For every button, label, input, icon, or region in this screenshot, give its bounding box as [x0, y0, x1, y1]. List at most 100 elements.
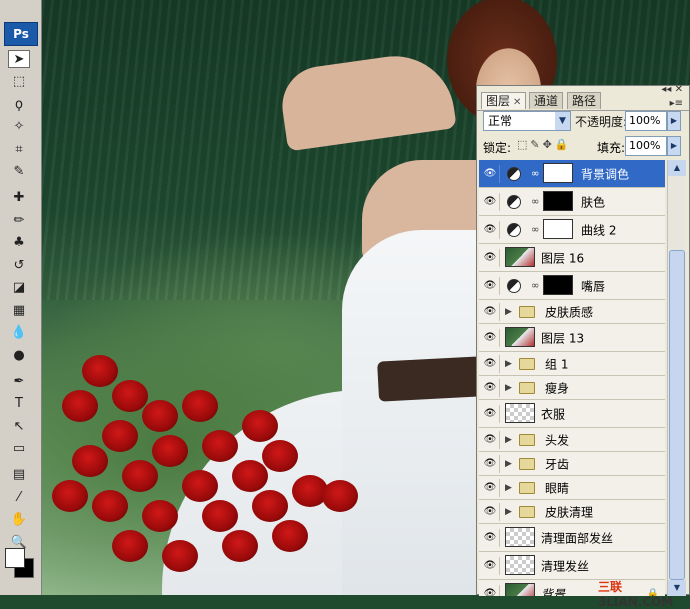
layer-mask-thumbnail[interactable]	[543, 163, 573, 183]
magic-wand-tool[interactable]: ✧	[8, 118, 30, 136]
tab-paths[interactable]: 路径	[567, 92, 602, 109]
layer-row[interactable]: 👁 图层 16	[479, 244, 665, 272]
lock-position-icon[interactable]: ✥	[543, 138, 555, 151]
crop-tool[interactable]: ⌗	[8, 140, 30, 158]
layer-row[interactable]: 👁 ▶ 眼睛	[479, 476, 665, 500]
layer-row[interactable]: 👁 ▶ 组 1	[479, 352, 665, 376]
layer-thumbnail[interactable]	[505, 247, 535, 267]
layer-row[interactable]: 👁 衣服	[479, 400, 665, 428]
visibility-eye-icon[interactable]: 👁	[481, 528, 500, 547]
visibility-eye-icon[interactable]: 👁	[481, 556, 500, 575]
opacity-slider-button[interactable]: ▶	[667, 111, 681, 131]
lasso-tool[interactable]: ϙ	[8, 95, 30, 113]
layer-row[interactable]: 👁 图层 13	[479, 324, 665, 352]
brush-tool[interactable]: ✏	[8, 211, 30, 229]
visibility-eye-icon[interactable]: 👁	[481, 584, 500, 596]
layer-row[interactable]: 👁 清理发丝	[479, 552, 665, 580]
layer-row[interactable]: 👁 ▶ 皮肤清理	[479, 500, 665, 524]
type-tool[interactable]: T	[8, 395, 30, 413]
fill-slider-button[interactable]: ▶	[667, 136, 681, 156]
layer-row[interactable]: 👁 ∞ 背景调色	[479, 160, 665, 188]
expand-arrow-icon[interactable]: ▶	[505, 507, 512, 517]
slice-tool[interactable]: ✎	[8, 163, 30, 181]
tab-channels[interactable]: 通道	[529, 92, 564, 109]
dodge-tool[interactable]: ●	[8, 346, 30, 364]
link-icon[interactable]: ∞	[531, 224, 539, 235]
eraser-tool[interactable]: ◪	[8, 279, 30, 297]
layer-row[interactable]: 👁 ∞ 嘴唇	[479, 272, 665, 300]
visibility-eye-icon[interactable]: 👁	[481, 220, 500, 239]
expand-arrow-icon[interactable]: ▶	[505, 435, 512, 445]
layer-thumbnail[interactable]	[505, 403, 535, 423]
layer-mask-thumbnail[interactable]	[543, 275, 573, 295]
visibility-eye-icon[interactable]: 👁	[481, 192, 500, 211]
layer-mask-thumbnail[interactable]	[543, 191, 573, 211]
visibility-eye-icon[interactable]: 👁	[481, 430, 500, 449]
layer-thumbnail[interactable]	[505, 527, 535, 547]
expand-arrow-icon[interactable]: ▶	[505, 383, 512, 393]
marquee-tool[interactable]: ⬚	[8, 73, 30, 91]
gradient-tool[interactable]: ▦	[8, 301, 30, 319]
visibility-eye-icon[interactable]: 👁	[481, 502, 500, 521]
visibility-eye-icon[interactable]: 👁	[481, 302, 500, 321]
layer-row[interactable]: 👁 清理面部发丝	[479, 524, 665, 552]
clone-stamp-tool[interactable]: ♣	[8, 234, 30, 252]
link-icon[interactable]: ∞	[531, 168, 539, 179]
eyedropper-tool[interactable]: ⁄	[8, 488, 30, 506]
panel-menu-icon[interactable]: ▸≡	[670, 98, 683, 109]
layer-thumbnail[interactable]	[505, 327, 535, 347]
adjustment-layer-icon[interactable]	[507, 278, 521, 293]
layer-thumbnail[interactable]	[505, 583, 535, 596]
scroll-up-icon[interactable]: ▲	[668, 160, 686, 176]
pen-tool[interactable]: ✒	[8, 372, 30, 390]
notes-tool[interactable]: ▤	[8, 466, 30, 484]
photoshop-logo[interactable]: Ps	[4, 22, 38, 46]
layer-row[interactable]: 👁 ▶ 皮肤质感	[479, 300, 665, 324]
scroll-thumb[interactable]	[669, 250, 685, 580]
foreground-color-swatch[interactable]	[5, 548, 25, 568]
link-icon[interactable]: ∞	[531, 280, 539, 291]
visibility-eye-icon[interactable]: 👁	[481, 276, 500, 295]
move-tool[interactable]: ➤	[8, 50, 30, 68]
chevron-down-icon[interactable]: ▼	[555, 112, 570, 130]
blend-mode-select[interactable]: 正常 ▼	[483, 111, 571, 131]
history-brush-tool[interactable]: ↺	[8, 256, 30, 274]
visibility-eye-icon[interactable]: 👁	[481, 454, 500, 473]
layer-row[interactable]: 👁 ▶ 头发	[479, 428, 665, 452]
adjustment-layer-icon[interactable]	[507, 166, 521, 181]
expand-arrow-icon[interactable]: ▶	[505, 483, 512, 493]
adjustment-layer-icon[interactable]	[507, 222, 521, 237]
layer-row[interactable]: 👁 ▶ 牙齿	[479, 452, 665, 476]
layer-thumbnail[interactable]	[505, 555, 535, 575]
path-selection-tool[interactable]: ↖	[8, 417, 30, 435]
close-icon[interactable]: ✕	[513, 97, 521, 108]
layers-scrollbar[interactable]: ▲ ▼	[667, 160, 686, 596]
expand-arrow-icon[interactable]: ▶	[505, 359, 512, 369]
lock-all-icon[interactable]: 🔒	[555, 138, 572, 151]
blur-tool[interactable]: 💧	[8, 324, 30, 342]
link-icon[interactable]: ∞	[531, 196, 539, 207]
lock-transparency-icon[interactable]: ⬚	[517, 138, 530, 151]
shape-tool[interactable]: ▭	[8, 440, 30, 458]
layer-row[interactable]: 👁 ∞ 肤色	[479, 188, 665, 216]
expand-arrow-icon[interactable]: ▶	[505, 307, 512, 317]
visibility-eye-icon[interactable]: 👁	[481, 248, 500, 267]
tab-layers[interactable]: 图层 ✕	[481, 92, 527, 109]
expand-arrow-icon[interactable]: ▶	[505, 459, 512, 469]
healing-brush-tool[interactable]: ✚	[8, 189, 30, 207]
lock-pixels-icon[interactable]: ✎	[530, 138, 542, 151]
layer-row[interactable]: 👁 ▶ 瘦身	[479, 376, 665, 400]
visibility-eye-icon[interactable]: 👁	[481, 164, 500, 183]
hand-tool[interactable]: ✋	[8, 511, 30, 529]
visibility-eye-icon[interactable]: 👁	[481, 478, 500, 497]
layer-mask-thumbnail[interactable]	[543, 219, 573, 239]
opacity-input[interactable]: 100%	[625, 111, 667, 131]
visibility-eye-icon[interactable]: 👁	[481, 404, 500, 423]
visibility-eye-icon[interactable]: 👁	[481, 354, 500, 373]
lock-options[interactable]: ⬚✎✥🔒	[517, 138, 572, 151]
fill-input[interactable]: 100%	[625, 136, 667, 156]
visibility-eye-icon[interactable]: 👁	[481, 328, 500, 347]
adjustment-layer-icon[interactable]	[507, 194, 521, 209]
visibility-eye-icon[interactable]: 👁	[481, 378, 500, 397]
layer-row[interactable]: 👁 ∞ 曲线 2	[479, 216, 665, 244]
